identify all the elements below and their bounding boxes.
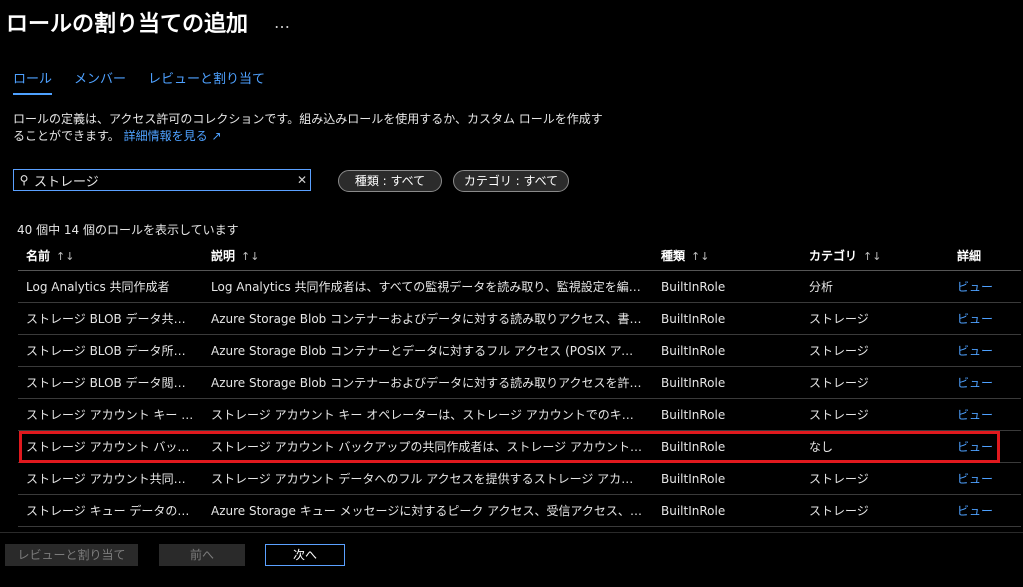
column-header-description[interactable]: 説明 ↑↓ [203, 240, 653, 271]
cell-description: Azure Storage Blob コンテナーおよびデータに対する読み取りアク… [203, 366, 653, 399]
column-header-type[interactable]: 種類 ↑↓ [653, 240, 801, 271]
table-row[interactable]: ストレージ BLOB データ所有者 Azure Storage Blob コンテ… [18, 334, 1021, 367]
tab-role[interactable]: ロール [13, 68, 53, 95]
cell-type: BuiltInRole [653, 366, 801, 399]
review-assign-button[interactable]: レビューと割り当て [5, 544, 138, 566]
cell-category: なし [801, 430, 949, 463]
cell-name: ストレージ キュー データのメッセージ… [18, 494, 203, 527]
column-header-category[interactable]: カテゴリ ↑↓ [801, 240, 949, 271]
view-link[interactable]: ビュー [949, 302, 1021, 335]
cell-type: BuiltInRole [653, 462, 801, 495]
external-link-icon: ↗ [211, 129, 222, 143]
search-icon: ⚲ [19, 173, 29, 187]
type-filter-button[interactable]: 種類 : すべて [338, 170, 442, 192]
page-title: ロールの割り当ての追加 [6, 12, 249, 37]
page-header: ロールの割り当ての追加 … [6, 6, 290, 38]
search-box: ⚲ ✕ [13, 169, 311, 191]
close-icon[interactable]: ✕ [294, 173, 310, 187]
view-link[interactable]: ビュー [949, 334, 1021, 367]
table-row[interactable]: ストレージ BLOB データ閲覧者 Azure Storage Blob コンテ… [18, 366, 1021, 399]
cell-description: Azure Storage Blob コンテナーとデータに対するフル アクセス … [203, 334, 653, 367]
cell-type: BuiltInRole [653, 430, 801, 463]
sort-icon: ↑↓ [56, 249, 75, 263]
column-label: 説明 [211, 248, 236, 263]
table-row[interactable]: ストレージ アカウント キー オペレー… ストレージ アカウント キー オペレー… [18, 398, 1021, 431]
sort-icon: ↑↓ [863, 249, 882, 263]
cell-name: ストレージ アカウント バックアップ… [18, 430, 203, 463]
cell-description: Azure Storage Blob コンテナーおよびデータに対する読み取りアク… [203, 302, 653, 335]
next-button[interactable]: 次へ [265, 544, 345, 566]
view-link[interactable]: ビュー [949, 398, 1021, 431]
cell-category: ストレージ [801, 366, 949, 399]
view-link[interactable]: ビュー [949, 494, 1021, 527]
learn-more-label: 詳細情報を見る [123, 129, 208, 143]
more-options-icon[interactable]: … [274, 13, 290, 32]
table-header-row: 名前 ↑↓ 説明 ↑↓ 種類 ↑↓ カテゴリ ↑↓ 詳細 [18, 240, 1021, 271]
cell-name: ストレージ アカウント共同作成者 [18, 462, 203, 495]
cell-description: ストレージ アカウント データへのフル アクセスを提供するストレージ アカウント… [203, 462, 653, 495]
previous-button[interactable]: 前へ [159, 544, 245, 566]
cell-category: 分析 [801, 270, 949, 303]
learn-more-link[interactable]: 詳細情報を見る ↗ [124, 129, 222, 143]
description-text: ロールの定義は、アクセス許可のコレクションです。組み込みロールを使用するか、カス… [13, 112, 603, 143]
column-header-name[interactable]: 名前 ↑↓ [18, 240, 203, 271]
view-link[interactable]: ビュー [949, 430, 1021, 463]
cell-type: BuiltInRole [653, 494, 801, 527]
table-row[interactable]: ストレージ BLOB データ共同作成… Azure Storage Blob コ… [18, 302, 1021, 335]
cell-name: ストレージ BLOB データ所有者 [18, 334, 203, 367]
column-label: カテゴリ [809, 248, 858, 263]
footer-bar: レビューと割り当て 前へ 次へ [0, 532, 1023, 587]
column-label: 種類 [661, 248, 686, 263]
table-row[interactable]: ストレージ アカウント共同作成者 ストレージ アカウント データへのフル アクセ… [18, 462, 1021, 495]
cell-name: ストレージ アカウント キー オペレー… [18, 398, 203, 431]
sort-icon: ↑↓ [241, 249, 260, 263]
view-link[interactable]: ビュー [949, 462, 1021, 495]
tab-review-assign[interactable]: レビューと割り当て [148, 68, 265, 95]
cell-category: ストレージ [801, 462, 949, 495]
cell-type: BuiltInRole [653, 398, 801, 431]
cell-type: BuiltInRole [653, 270, 801, 303]
cell-category: ストレージ [801, 494, 949, 527]
description: ロールの定義は、アクセス許可のコレクションです。組み込みロールを使用するか、カス… [13, 111, 613, 145]
cell-type: BuiltInRole [653, 334, 801, 367]
cell-description: Azure Storage キュー メッセージに対するピーク アクセス、受信アク… [203, 494, 653, 527]
tab-members[interactable]: メンバー [74, 68, 126, 95]
cell-name: Log Analytics 共同作成者 [18, 270, 203, 303]
table-row[interactable]: ストレージ キュー データのメッセージ… Azure Storage キュー メ… [18, 494, 1021, 527]
result-count: 40 個中 14 個のロールを表示しています [17, 223, 239, 237]
cell-description: Log Analytics 共同作成者は、すべての監視データを読み取り、監視設定… [203, 270, 653, 303]
cell-name: ストレージ BLOB データ共同作成… [18, 302, 203, 335]
tab-bar: ロール メンバー レビューと割り当て [13, 68, 265, 95]
table-row-highlighted[interactable]: ストレージ アカウント バックアップ… ストレージ アカウント バックアップの共… [18, 430, 1021, 463]
column-label: 名前 [26, 248, 51, 263]
search-input[interactable] [32, 172, 294, 188]
cell-name: ストレージ BLOB データ閲覧者 [18, 366, 203, 399]
cell-category: ストレージ [801, 302, 949, 335]
roles-table: 名前 ↑↓ 説明 ↑↓ 種類 ↑↓ カテゴリ ↑↓ 詳細 Log Analytics 共… [18, 240, 1021, 527]
sort-icon: ↑↓ [691, 249, 710, 263]
column-header-details: 詳細 [949, 240, 1021, 271]
table-row[interactable]: Log Analytics 共同作成者 Log Analytics 共同作成者は… [18, 270, 1021, 303]
cell-type: BuiltInRole [653, 302, 801, 335]
cell-description: ストレージ アカウント キー オペレーターは、ストレージ アカウントでのキーの一… [203, 398, 653, 431]
cell-category: ストレージ [801, 398, 949, 431]
view-link[interactable]: ビュー [949, 366, 1021, 399]
cell-description: ストレージ アカウント バックアップの共同作成者は、ストレージ アカウントのバッ… [203, 430, 653, 463]
view-link[interactable]: ビュー [949, 270, 1021, 303]
cell-category: ストレージ [801, 334, 949, 367]
category-filter-button[interactable]: カテゴリ : すべて [453, 170, 569, 192]
